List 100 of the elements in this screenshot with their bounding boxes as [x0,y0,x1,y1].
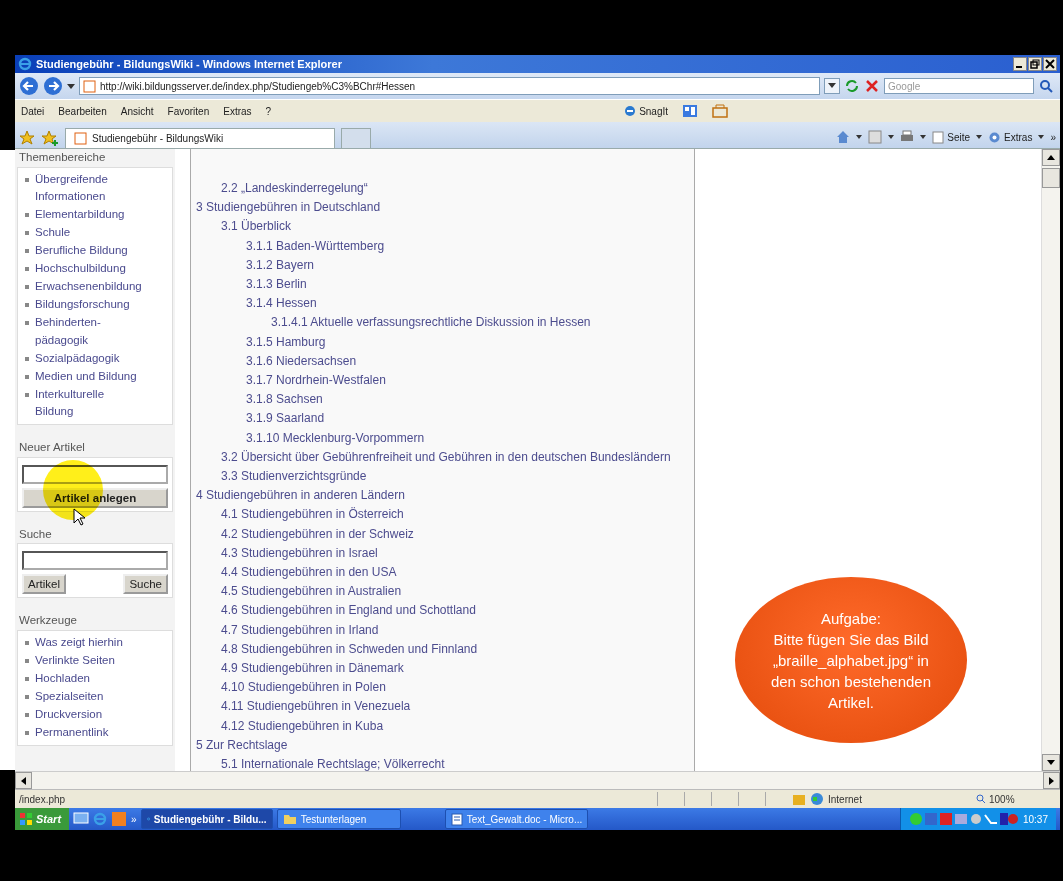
toc-link[interactable]: 2.2 „Landeskinderregelung“ [221,181,368,195]
toc-link[interactable]: 4.3 Studiengebühren in Israel [221,545,378,560]
browser-tab[interactable]: Studiengebühr - BildungsWiki [65,128,335,148]
toc-link[interactable]: 3 Studiengebühren in Deutschland [196,200,381,215]
caret-icon[interactable] [920,135,927,139]
globe-icon [810,792,824,806]
toc-link[interactable]: 4.2 Studiengebühren in der Schweiz [221,526,414,541]
menu-item[interactable]: Bearbeiten [58,105,107,117]
desktop-icon[interactable] [73,811,90,827]
address-field[interactable]: http://wiki.bildungsserver.de/index.php/Studiengeb%C3%BChr#Hessen [79,77,820,95]
menu-item[interactable]: Datei [21,105,45,117]
more-button[interactable]: » [131,813,137,825]
toc-link[interactable]: 3.1.10 Mecklenburg-Vorpommern [246,430,425,445]
zoom-button[interactable]: 100% [976,793,1056,805]
refresh-icon[interactable] [844,78,860,94]
home-icon[interactable] [836,130,851,144]
toc-link[interactable]: 4.5 Studiengebühren in Australien [221,584,402,599]
more-button[interactable]: » [1050,131,1056,143]
bullet-icon [25,730,29,735]
close-icon[interactable] [1043,57,1057,71]
sidebar-link[interactable]: Interkulturelle Bildung [35,385,144,421]
toc-link[interactable]: 3.1.9 Saarland [246,411,325,426]
sidebar-link[interactable]: Hochschulbildung [35,260,126,278]
toc-link[interactable]: 4.4 Studiengebühren in den USA [221,565,397,580]
sidebar-link[interactable]: Berufliche Bildung [35,242,128,260]
toc-link[interactable]: 3.1 Überblick [221,219,292,234]
sidebar-link[interactable]: Druckversion [35,705,103,723]
scroll-left-icon[interactable] [21,776,26,785]
menu-item[interactable]: Ansicht [120,105,154,117]
toolbar-icon[interactable] [682,104,699,118]
print-icon[interactable] [900,130,915,144]
sidebar-link[interactable]: Sozialpädagogik [35,349,120,367]
sidebar-link[interactable]: Erwachsenenbildung [35,278,142,296]
menu-item[interactable]: Favoriten [167,105,210,117]
toc-link[interactable]: 3.1.6 Niedersachsen [246,353,357,368]
toc-link[interactable]: 4.10 Studiengebühren in Polen [221,680,386,695]
toc-link[interactable]: 4.8 Studiengebühren in Schweden und Finnland [221,641,478,656]
sidebar-link[interactable]: Schule [35,224,71,242]
forward-icon[interactable] [43,76,63,96]
tray-icons-drawing[interactable] [908,812,1019,826]
toc-link[interactable]: 4 Studiengebühren in anderen Ländern [196,488,405,503]
toc-link[interactable]: 4.11 Studiengebühren in Venezuela [221,699,411,714]
caret-icon[interactable] [976,135,983,139]
toc-link[interactable]: 3.3 Studienverzichtsgründe [221,469,367,484]
sidebar-link[interactable]: Elementarbildung [35,206,125,224]
scrollbar-thumb[interactable] [1042,168,1060,188]
snagit-button[interactable]: SnagIt [624,105,669,117]
caret-icon[interactable] [856,135,863,139]
menu-item[interactable]: ? [265,105,272,117]
toc-link[interactable]: 3.2 Übersicht über Gebührenfreiheit und Gebühren in den deutschen Bundesländern [221,449,671,464]
sidebar-link[interactable]: Verlinkte Seiten [35,651,115,669]
search-button[interactable]: Suche [123,574,168,594]
toc-link[interactable]: 3.1.8 Sachsen [246,392,323,407]
toc-link[interactable]: 5 Zur Rechtslage [196,737,288,752]
toc-link[interactable]: 5.1 Internationale Rechtslage; Völkerrecht [221,757,445,771]
back-icon[interactable] [19,76,39,96]
caret-icon[interactable] [1038,135,1045,139]
task-text: den schon bestehenden [770,671,932,692]
scroll-down-icon[interactable] [1047,760,1055,765]
search-field[interactable] [22,551,168,570]
dropdown-icon[interactable] [828,83,836,89]
sidebar-link[interactable]: Behinderten-pädagogik [35,314,144,349]
sidebar-link[interactable]: Hochladen [35,669,90,687]
stop-icon[interactable] [864,78,880,94]
tools-menu-button[interactable]: Extras [988,130,1033,144]
sidebar-link[interactable]: Bildungsforschung [35,296,130,314]
dropdown-icon[interactable] [67,82,75,90]
sidebar-link[interactable]: Spezialseiten [35,687,104,705]
toc-link[interactable]: 3.1.4 Hessen [246,296,317,311]
toc-link[interactable]: 3.1.4.1 Aktuelle verfassungsrechtliche Diskussion in Hessen [271,315,591,330]
portlet-heading: Neuer Artikel [18,440,86,455]
toc-link[interactable]: 3.1.3 Berlin [246,277,307,291]
start-button[interactable]: Start [15,808,70,830]
sidebar-link[interactable]: Medien und Bildung [35,367,137,385]
page-menu-button[interactable]: Seite [932,130,971,144]
toc-link[interactable]: 4.9 Studiengebühren in Dänemark [221,661,404,676]
search-field[interactable]: Google [884,78,1034,94]
toc-link[interactable]: 3.1.7 Nordrhein-Westfalen [246,373,386,388]
minimize-icon[interactable] [1013,57,1027,71]
toc-link[interactable]: 3.1.1 Baden-Württemberg [246,238,385,253]
sidebar-link[interactable]: Übergreifende Informationen [35,170,144,206]
toc-link[interactable]: 3.1.5 Hamburg [246,334,326,349]
toc-link[interactable]: 4.7 Studiengebühren in Irland [221,622,379,637]
sidebar-link[interactable]: Was zeigt hierhin [35,633,123,651]
toolbar-icon[interactable] [712,104,729,118]
search-button[interactable]: Artikel [22,574,66,594]
portlet-heading: Suche [18,526,53,542]
menu-item[interactable]: Extras [223,105,252,117]
scroll-up-icon[interactable] [1047,155,1055,160]
toc-link[interactable]: 4.6 Studiengebühren in England und Schottland [221,603,476,618]
toc-link[interactable]: 3.1.2 Bayern [246,257,315,272]
toc-link[interactable]: 4.12 Studiengebühren in Kuba [221,718,384,733]
taskbar-button[interactable]: Studiengebühr - Bildu... [140,809,273,829]
sidebar-link[interactable]: Permanentlink [35,723,109,741]
caret-icon[interactable] [888,135,895,139]
scroll-right-icon[interactable] [1049,776,1054,785]
restore-icon[interactable] [1028,57,1042,71]
taskbar-button[interactable]: Testunterlagen [276,809,401,829]
toc-link[interactable]: 4.1 Studiengebühren in Österreich [221,507,404,522]
taskbar-button[interactable]: Text_Gewalt.doc - Micro... [444,809,589,829]
